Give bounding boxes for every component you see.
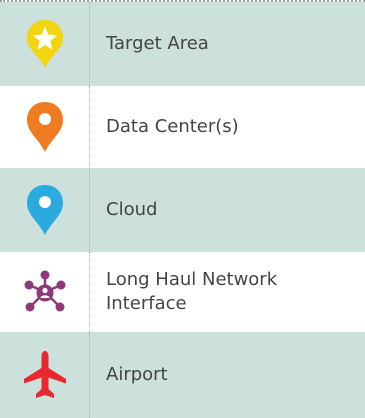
legend-row-airport: Airport <box>0 332 365 418</box>
network-hub-icon <box>21 270 69 314</box>
map-pin-icon <box>25 100 65 154</box>
legend-row-data-center: Data Center(s) <box>0 86 365 168</box>
legend-row-cloud: Cloud <box>0 168 365 252</box>
legend-label-cloud: Cloud <box>106 199 158 220</box>
legend-row-target-area: Target Area <box>0 2 365 86</box>
legend-label-data-center: Data Center(s) <box>106 116 239 137</box>
legend-label-long-haul-network: Long Haul Network Interface <box>106 269 278 314</box>
legend-icon-cell <box>0 332 90 418</box>
legend-icon-cell <box>0 168 90 252</box>
legend-label-airport: Airport <box>106 364 168 385</box>
legend-icon-cell <box>0 2 90 86</box>
map-pin-icon <box>25 183 65 237</box>
map-legend: Target Area Data Center(s) Cloud Long Ha… <box>0 0 365 418</box>
legend-label-target-area: Target Area <box>106 33 209 54</box>
legend-row-long-haul-network: Long Haul Network Interface <box>0 252 365 332</box>
star-pin-icon <box>25 18 65 70</box>
legend-icon-cell <box>0 252 90 332</box>
airplane-icon <box>22 349 68 401</box>
legend-icon-cell <box>0 86 90 168</box>
